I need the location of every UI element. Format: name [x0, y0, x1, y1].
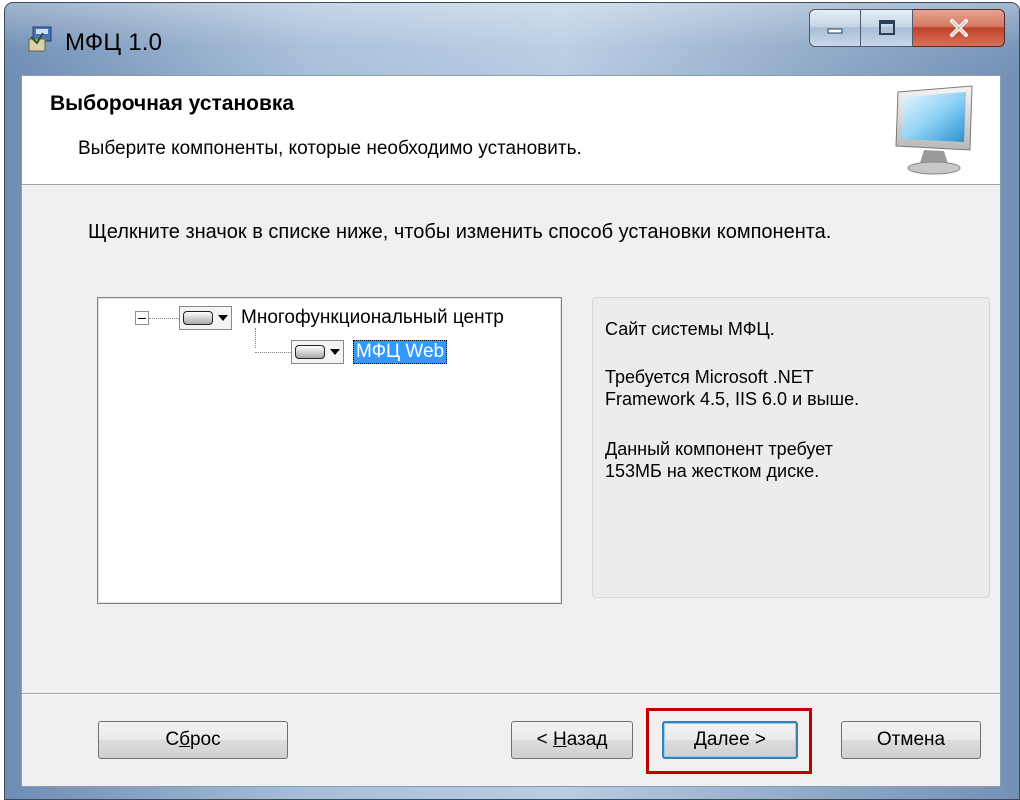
description-line: Сайт системы МФЦ. [605, 319, 775, 339]
feature-tree[interactable]: Многофункциональный центр МФЦ Web [97, 297, 562, 604]
page-title: Выборочная установка [50, 92, 295, 115]
footer-separator [22, 693, 1000, 695]
installer-icon [28, 26, 52, 52]
drive-icon [295, 345, 325, 359]
button-label: < Назад [536, 729, 608, 750]
button-label: Отмена [876, 729, 946, 750]
installer-window: МФЦ 1.0 Выборочная установка Выберите ко… [4, 2, 1020, 800]
monitor-icon [895, 85, 973, 175]
page-subtitle: Выберите компоненты, которые необходимо … [78, 138, 582, 159]
description-line: Данный компонент требует [605, 439, 833, 459]
close-icon [913, 10, 1004, 46]
caption-buttons [809, 9, 1005, 49]
description-line: 153МБ на жестком диске. [605, 461, 820, 481]
tree-connector-line [255, 351, 291, 353]
tree-item-label-selected[interactable]: МФЦ Web [353, 340, 448, 364]
minimize-icon [810, 10, 860, 46]
title-bar[interactable]: МФЦ 1.0 [5, 3, 1019, 75]
dropdown-arrow-icon [218, 315, 228, 321]
close-button[interactable] [913, 9, 1005, 47]
dialog-client-area: Выборочная установка Выберите компоненты… [21, 75, 1001, 787]
maximize-button[interactable] [861, 9, 913, 47]
drive-icon [183, 311, 213, 325]
header-banner: Выборочная установка Выберите компоненты… [22, 76, 1000, 185]
collapse-icon[interactable] [135, 311, 149, 325]
button-label: Далее > [693, 729, 767, 750]
tree-item-child[interactable]: МФЦ Web [255, 338, 448, 366]
description-line: Framework 4.5, IIS 6.0 и выше. [605, 389, 860, 409]
tree-item-root[interactable]: Многофункциональный центр [135, 304, 504, 332]
tree-item-label[interactable]: Многофункциональный центр [241, 307, 504, 329]
tree-connector-line [149, 317, 179, 319]
minimize-button[interactable] [809, 9, 861, 47]
window-title: МФЦ 1.0 [65, 29, 163, 56]
reset-button[interactable]: Сброс [98, 721, 288, 759]
next-button[interactable]: Далее > [662, 721, 798, 759]
instruction-text: Щелкните значок в списке ниже, чтобы изм… [88, 221, 832, 243]
dropdown-arrow-icon [330, 349, 340, 355]
description-line: Требуется Microsoft .NET [605, 367, 814, 387]
button-label: Сброс [165, 729, 221, 750]
feature-description-panel: Сайт системы МФЦ. Требуется Microsoft .N… [592, 297, 990, 598]
cancel-button[interactable]: Отмена [841, 721, 981, 759]
feature-state-button[interactable] [291, 340, 344, 364]
feature-state-button[interactable] [179, 306, 232, 330]
back-button[interactable]: < Назад [511, 721, 633, 759]
maximize-icon [861, 10, 912, 46]
